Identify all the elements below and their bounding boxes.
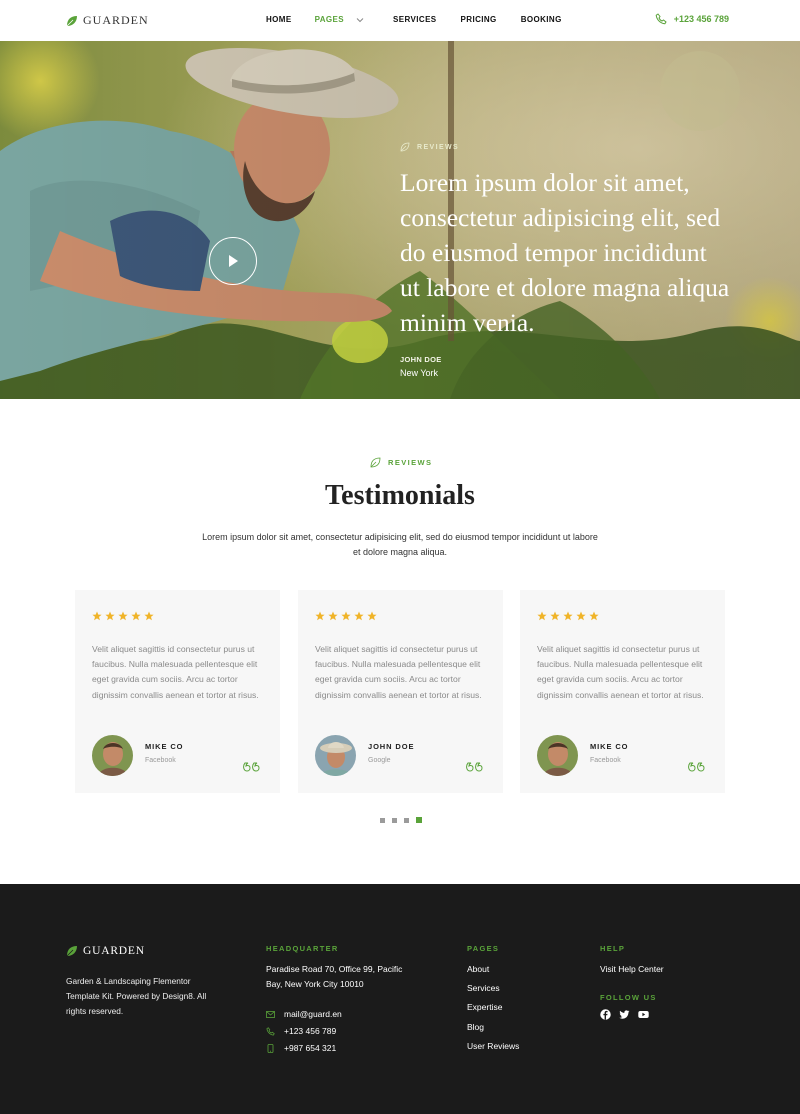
star-icon	[589, 611, 599, 621]
footer-heading-follow: FOLLOW US	[600, 993, 657, 1002]
footer-mobile-text: +987 654 321	[284, 1043, 337, 1053]
hero-location: New York	[400, 368, 439, 378]
phone-icon	[655, 13, 667, 25]
leaf-logo-icon	[66, 946, 77, 957]
site-footer: GUARDEN Garden & Landscaping Flementor T…	[0, 884, 800, 1114]
star-rating	[537, 611, 599, 621]
section-title: Testimonials	[325, 480, 475, 511]
quote-icon	[243, 762, 260, 772]
star-icon	[341, 611, 351, 621]
star-icon	[118, 611, 128, 621]
reviewer-name: MIKE CO	[590, 742, 629, 751]
footer-link-blog[interactable]: Blog	[467, 1022, 484, 1032]
quote-icon	[466, 762, 483, 772]
review-source: Google	[368, 757, 391, 764]
review-source: Facebook	[145, 757, 176, 764]
testimonial-text: Velit aliquet sagittis id consectetur pu…	[92, 644, 259, 700]
testimonial-card: Velit aliquet sagittis id consectetur pu…	[298, 590, 503, 793]
youtube-icon[interactable]	[638, 1009, 649, 1020]
footer-mobile[interactable]: +987 654 321	[266, 1043, 336, 1053]
nav-booking[interactable]: BOOKING	[521, 15, 562, 24]
footer-link-services[interactable]: Services	[467, 983, 500, 993]
testimonial-text: Velit aliquet sagittis id consectetur pu…	[315, 644, 482, 700]
star-icon	[537, 611, 547, 621]
twitter-icon[interactable]	[619, 1009, 630, 1020]
nav-pages-label: PAGES	[314, 15, 345, 24]
testimonial-card: Velit aliquet sagittis id consectetur pu…	[75, 590, 280, 793]
star-rating	[92, 611, 154, 621]
nav-pages[interactable]: PAGES	[315, 15, 364, 24]
review-source: Facebook	[590, 757, 621, 764]
footer-address: Paradise Road 70, Office 99, Pacific Bay…	[266, 964, 403, 989]
footer-heading-help: HELP	[600, 944, 626, 953]
footer-email[interactable]: mail@guard.en	[266, 1009, 342, 1019]
play-video-button[interactable]	[209, 237, 257, 285]
mail-icon	[266, 1010, 275, 1018]
main-nav: HOME PAGES SERVICES PRICING BOOKING	[266, 15, 562, 24]
star-icon	[328, 611, 338, 621]
star-icon	[367, 611, 377, 621]
testimonial-card: Velit aliquet sagittis id consectetur pu…	[520, 590, 725, 793]
footer-about: Garden & Landscaping Flementor Template …	[66, 976, 207, 1016]
facebook-icon[interactable]	[600, 1009, 611, 1020]
section-description: Lorem ipsum dolor sit amet, consectetur …	[202, 532, 598, 557]
pagination-dot[interactable]	[380, 817, 385, 823]
quote-icon	[688, 762, 705, 772]
star-icon	[563, 611, 573, 621]
footer-link-help-center[interactable]: Visit Help Center	[600, 964, 664, 974]
footer-link-expertise[interactable]: Expertise	[467, 1002, 502, 1012]
reviewer-name: JOHN DOE	[368, 742, 415, 751]
header-phone-number: +123 456 789	[673, 14, 729, 24]
carousel-pagination	[380, 817, 422, 823]
pagination-dot[interactable]	[404, 817, 409, 823]
play-icon	[229, 255, 238, 267]
star-icon	[131, 611, 141, 621]
logo-text: GUARDEN	[83, 13, 149, 27]
chevron-down-icon	[356, 17, 364, 22]
star-rating	[315, 611, 377, 621]
site-header: GUARDEN HOME PAGES SERVICES PRICING BOOK…	[0, 0, 800, 41]
hero-tag: REVIEWS	[400, 142, 459, 152]
logo[interactable]: GUARDEN	[66, 13, 149, 28]
avatar	[537, 735, 578, 776]
hero-author: JOHN DOE	[400, 355, 442, 364]
footer-email-text: mail@guard.en	[284, 1009, 342, 1019]
star-icon	[550, 611, 560, 621]
hero-quote: Lorem ipsum dolor sit amet, consectetur …	[400, 168, 730, 337]
nav-pricing[interactable]: PRICING	[461, 15, 497, 24]
leaf-outline-icon	[400, 142, 410, 152]
footer-logo[interactable]: GUARDEN	[66, 945, 145, 957]
avatar	[92, 735, 133, 776]
star-icon	[105, 611, 115, 621]
hero-tag-label: REVIEWS	[417, 143, 460, 151]
leaf-outline-icon	[370, 457, 381, 468]
nav-home[interactable]: HOME	[266, 15, 292, 24]
star-icon	[354, 611, 364, 621]
leaf-logo-icon	[66, 15, 77, 26]
footer-phone[interactable]: +123 456 789	[266, 1026, 336, 1036]
footer-heading-headquarter: HEADQUARTER	[266, 944, 339, 953]
star-icon	[92, 611, 102, 621]
pagination-dot-active[interactable]	[416, 817, 422, 823]
avatar	[315, 735, 356, 776]
footer-phone-text: +123 456 789	[284, 1026, 337, 1036]
star-icon	[576, 611, 586, 621]
footer-logo-text: GUARDEN	[83, 945, 145, 957]
testimonial-text: Velit aliquet sagittis id consectetur pu…	[537, 644, 704, 700]
footer-link-about[interactable]: About	[467, 964, 489, 974]
section-tag-label: REVIEWS	[388, 458, 433, 467]
star-icon	[144, 611, 154, 621]
social-links	[600, 1009, 649, 1020]
nav-services[interactable]: SERVICES	[393, 15, 437, 24]
mobile-icon	[267, 1043, 274, 1053]
reviewer-name: MIKE CO	[145, 742, 184, 751]
star-icon	[315, 611, 325, 621]
footer-heading-pages: PAGES	[467, 944, 500, 953]
hero-banner: REVIEWS Lorem ipsum dolor sit amet, cons…	[0, 41, 800, 399]
header-phone[interactable]: +123 456 789	[655, 13, 729, 25]
pagination-dot[interactable]	[392, 817, 397, 823]
phone-icon	[266, 1026, 275, 1035]
section-tag: REVIEWS	[370, 457, 432, 468]
footer-link-user-reviews[interactable]: User Reviews	[467, 1041, 519, 1051]
